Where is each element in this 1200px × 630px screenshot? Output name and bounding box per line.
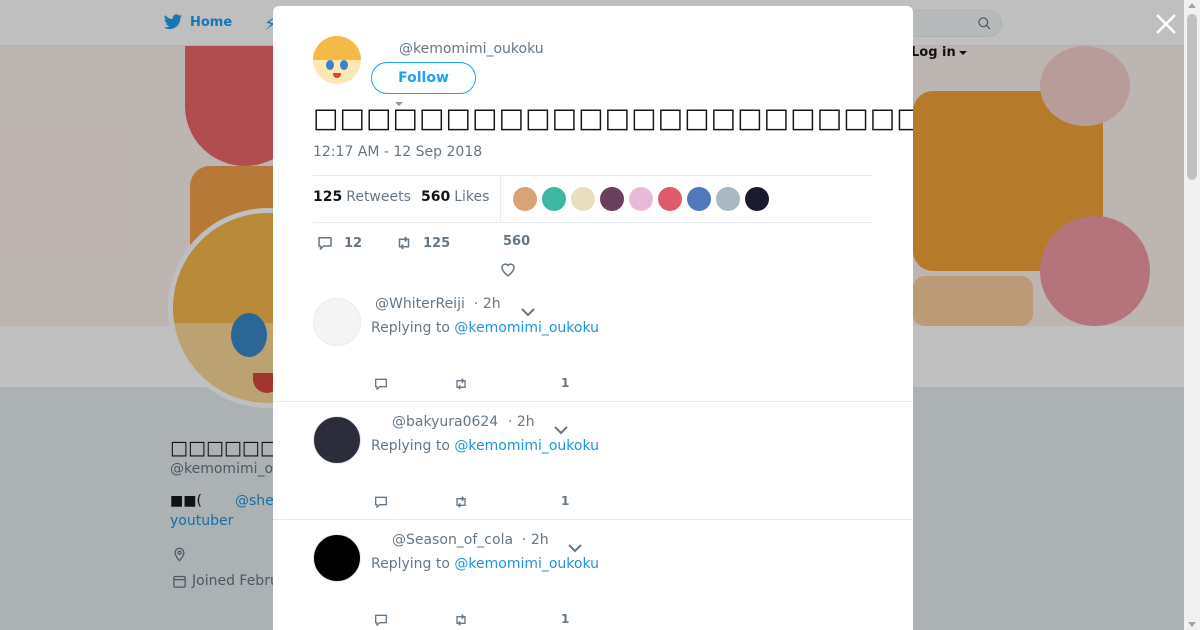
reply-like-count: 1 [561,612,570,626]
retweet-icon [398,236,410,250]
reply-like-count: 1 [561,376,570,390]
liker-avatar[interactable] [629,187,653,211]
reply-retweet-action[interactable] [453,612,469,628]
replying-to: Replying to @kemomimi_oukoku [371,438,599,454]
author-avatar[interactable] [313,36,361,84]
chevron-down-icon[interactable] [521,302,535,317]
tweet-actions: 12 125 560 [313,234,873,284]
reply-like-action[interactable]: 1 [561,494,569,508]
reply-like-action[interactable]: 1 [561,612,569,626]
stats-divider [500,176,501,222]
reply-mention-link[interactable]: @kemomimi_oukoku [454,438,599,454]
reply-icon [375,378,387,390]
liker-avatar[interactable] [658,187,682,211]
retweet-icon [456,614,466,626]
tweet-timestamp[interactable]: 12:17 AM - 12 Sep 2018 [313,144,482,160]
reply-icon [318,237,332,250]
reply-retweet-action[interactable] [453,376,469,392]
liker-avatar[interactable] [571,187,595,211]
tweet-stats: 125 Retweets 560 Likes [313,175,873,223]
close-icon[interactable] [1154,12,1178,36]
replying-prefix: Replying to [371,556,450,572]
reply-time[interactable]: · 2h [474,296,501,312]
likes-label: Likes [454,189,490,205]
likes-stat[interactable]: 560 Likes [421,189,489,205]
retweets-stat[interactable]: 125 Retweets [313,189,411,205]
retweet-count: 125 [423,235,451,251]
reply-reply-action[interactable] [373,612,389,628]
chevron-down-icon[interactable] [568,538,582,553]
scroll-up-arrow[interactable] [1188,3,1196,8]
reply-handle[interactable]: @WhiterReiji [375,296,465,312]
reply-mention-link[interactable]: @kemomimi_oukoku [454,556,599,572]
reply-like-action[interactable]: 1 [561,376,569,390]
reply-tweet[interactable]: @WhiterReiji · 2h Replying to @kemomimi_ou… [273,284,913,402]
liker-avatar[interactable] [542,187,566,211]
tweet-modal: @kemomimi_oukoku Follow □□□□□□□□□□□□□□□□… [273,6,913,630]
reply-avatar[interactable] [313,416,361,464]
liker-avatar[interactable] [745,187,769,211]
replying-prefix: Replying to [371,320,450,336]
retweet-icon [456,378,466,390]
liker-avatar[interactable] [716,187,740,211]
like-action[interactable]: 560 [503,234,530,249]
reply-tweet[interactable]: @bakyura0624 · 2h Replying to @kemomimi_ou… [273,402,913,520]
liker-avatar[interactable] [513,187,537,211]
retweet-action[interactable]: 125 [395,234,450,252]
heart-icon[interactable] [499,260,517,278]
page-scrollbar[interactable] [1184,0,1200,630]
reply-mention-link[interactable]: @kemomimi_oukoku [454,320,599,336]
reply-count: 12 [344,235,363,251]
retweets-count: 125 [313,189,343,205]
reply-retweet-action[interactable] [453,494,469,510]
reply-tweet[interactable]: @Season_of_cola · 2h Replying to @kemomimi… [273,520,913,630]
reply-handle[interactable]: @bakyura0624 [392,414,498,430]
author-handle[interactable]: @kemomimi_oukoku [399,41,544,57]
retweets-label: Retweets [346,189,411,205]
scroll-down-arrow[interactable] [1188,622,1196,627]
reply-like-count: 1 [561,494,570,508]
scrollbar-thumb[interactable] [1187,14,1197,180]
reply-handle[interactable]: @Season_of_cola [392,532,513,548]
follow-button[interactable]: Follow [371,62,476,94]
replying-to: Replying to @kemomimi_oukoku [371,320,599,336]
reply-reply-action[interactable] [373,494,389,510]
liker-avatars [513,187,769,211]
liker-avatar[interactable] [600,187,624,211]
replying-prefix: Replying to [371,438,450,454]
reply-icon [375,496,387,508]
like-count: 560 [503,234,531,249]
reply-time[interactable]: · 2h [522,532,549,548]
liker-avatar[interactable] [687,187,711,211]
reply-icon [375,614,387,626]
replying-to: Replying to @kemomimi_oukoku [371,556,599,572]
likes-count: 560 [421,189,451,205]
retweet-icon [456,496,466,508]
chevron-down-icon[interactable] [554,420,568,435]
tweet-text: □□□□□□□□□□□□□□□□□□□□□□□□□□□□□□□□□□□□□□□□… [313,103,913,134]
reply-action[interactable]: 12 [316,234,362,252]
reply-avatar[interactable] [313,298,361,346]
reply-reply-action[interactable] [373,376,389,392]
reply-time[interactable]: · 2h [508,414,535,430]
reply-avatar[interactable] [313,534,361,582]
